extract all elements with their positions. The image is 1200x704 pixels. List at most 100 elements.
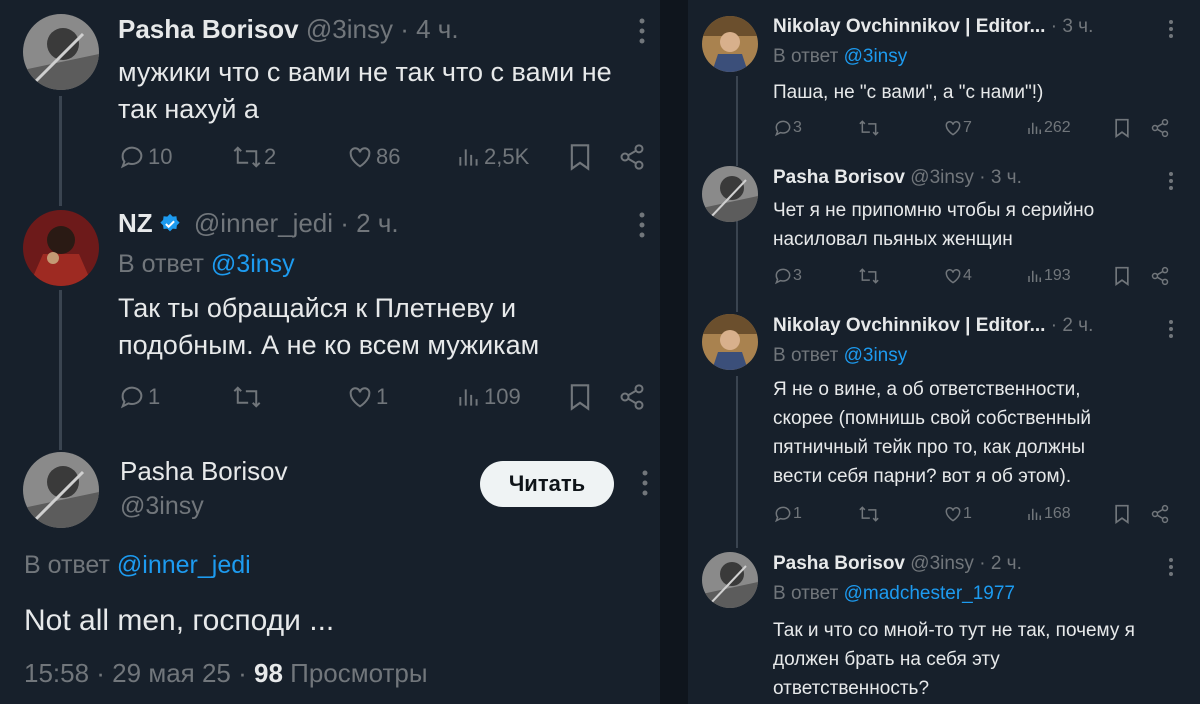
timestamp[interactable]: · 4 ч. bbox=[400, 14, 458, 44]
author-handle[interactable]: @3insy bbox=[910, 553, 974, 574]
reply-button[interactable]: 3 bbox=[773, 118, 802, 138]
more-options-icon[interactable] bbox=[1165, 170, 1177, 197]
bookmark-button[interactable] bbox=[1113, 504, 1131, 524]
retweet-icon bbox=[859, 120, 879, 136]
speech-bubble-icon bbox=[774, 268, 791, 285]
retweet-icon bbox=[233, 146, 261, 168]
tweet-text: Чет я не припомню чтобы я серийно насило… bbox=[773, 200, 1095, 250]
speech-bubble-icon bbox=[774, 120, 791, 137]
thread-connector bbox=[736, 220, 738, 312]
bar-chart-icon bbox=[459, 389, 478, 406]
timestamp[interactable]: · 2 ч. bbox=[1051, 315, 1094, 336]
more-options-icon[interactable] bbox=[637, 468, 653, 503]
avatar[interactable] bbox=[23, 14, 99, 90]
heart-icon bbox=[945, 506, 961, 522]
reply-context: В ответ @inner_jedi bbox=[24, 551, 251, 579]
author-handle[interactable]: @3insy bbox=[306, 14, 393, 44]
heart-icon bbox=[349, 387, 371, 408]
like-button[interactable]: 7 bbox=[943, 118, 972, 138]
more-options-icon[interactable] bbox=[1165, 318, 1177, 345]
thread-connector bbox=[736, 76, 738, 166]
right-thread-panel: Nikolay Ovchinnikov | Editor... · 3 ч. В… bbox=[688, 0, 1200, 704]
share-icon bbox=[1151, 118, 1169, 138]
like-button[interactable]: 86 bbox=[346, 143, 400, 171]
heart-icon bbox=[945, 268, 961, 284]
bar-chart-icon bbox=[1028, 270, 1041, 282]
tweet-text: Так и что со мной-то тут не так, почему … bbox=[773, 620, 1135, 699]
author-name[interactable]: Pasha Borisov bbox=[118, 14, 299, 44]
timestamp[interactable]: · 2 ч. bbox=[979, 553, 1022, 574]
avatar[interactable] bbox=[23, 210, 99, 286]
bookmark-button[interactable] bbox=[568, 383, 592, 411]
reply-button[interactable]: 1 bbox=[773, 504, 802, 524]
timestamp[interactable]: · 3 ч. bbox=[1051, 16, 1094, 37]
author-name[interactable]: NZ bbox=[118, 208, 153, 238]
bookmark-icon bbox=[1115, 504, 1129, 524]
avatar[interactable] bbox=[702, 314, 758, 370]
like-button[interactable]: 1 bbox=[943, 504, 972, 524]
share-button[interactable] bbox=[618, 143, 646, 171]
retweet-button[interactable] bbox=[858, 266, 880, 286]
views-button[interactable]: 2,5K bbox=[456, 143, 529, 171]
bookmark-icon bbox=[570, 384, 590, 411]
views-button[interactable]: 262 bbox=[1026, 118, 1071, 138]
tweet-text: Я не о вине, а об ответственности, скоре… bbox=[773, 379, 1092, 487]
bar-chart-icon bbox=[1028, 122, 1041, 134]
retweet-button[interactable] bbox=[232, 383, 264, 411]
left-thread-panel: Pasha Borisov @3insy · 4 ч. мужики что с… bbox=[0, 0, 660, 704]
timestamp[interactable]: · 2 ч. bbox=[340, 208, 398, 238]
author-handle[interactable]: @inner_jedi bbox=[194, 208, 333, 238]
author-handle[interactable]: @3insy bbox=[910, 167, 974, 188]
like-button[interactable]: 4 bbox=[943, 266, 972, 286]
bookmark-button[interactable] bbox=[568, 143, 592, 171]
speech-bubble-icon bbox=[120, 386, 143, 409]
speech-bubble-icon bbox=[120, 146, 143, 169]
reply-button[interactable]: 3 bbox=[773, 266, 802, 286]
author-name[interactable]: Pasha Borisov bbox=[773, 553, 905, 574]
follow-button[interactable]: Читать bbox=[480, 461, 614, 507]
more-options-icon[interactable] bbox=[634, 210, 650, 245]
author-name[interactable]: Nikolay Ovchinnikov | Editor... bbox=[773, 16, 1045, 37]
retweet-button[interactable] bbox=[858, 504, 880, 524]
avatar[interactable] bbox=[702, 166, 758, 222]
author-name[interactable]: Nikolay Ovchinnikov | Editor... bbox=[773, 315, 1045, 336]
avatar[interactable] bbox=[23, 452, 99, 528]
reply-to-link[interactable]: @3insy bbox=[211, 250, 295, 278]
share-button[interactable] bbox=[1150, 504, 1170, 524]
avatar[interactable] bbox=[702, 552, 758, 608]
share-button[interactable] bbox=[1150, 118, 1170, 138]
retweet-button[interactable]: 2 bbox=[232, 143, 276, 171]
reply-button[interactable]: 10 bbox=[118, 143, 172, 171]
share-icon bbox=[620, 144, 644, 170]
tweet-meta: 15:58 · 29 мая 25 · 98 Просмотры bbox=[24, 658, 428, 689]
reply-to-link[interactable]: @inner_jedi bbox=[117, 551, 251, 579]
more-options-icon[interactable] bbox=[634, 16, 650, 51]
like-button[interactable]: 1 bbox=[346, 383, 388, 411]
tweet-text: мужики что с вами не так что с вами не т… bbox=[118, 57, 612, 124]
share-button[interactable] bbox=[618, 383, 646, 411]
reply-to-link[interactable]: @3insy bbox=[844, 345, 908, 366]
bookmark-button[interactable] bbox=[1113, 266, 1131, 286]
timestamp[interactable]: · 3 ч. bbox=[979, 167, 1022, 188]
reply-context: В ответ @madchester_1977 bbox=[773, 583, 1015, 604]
reply-to-link[interactable]: @3insy bbox=[844, 46, 908, 67]
reply-to-link[interactable]: @madchester_1977 bbox=[844, 583, 1015, 604]
reply-button[interactable]: 1 bbox=[118, 383, 160, 411]
views-count: 98 bbox=[254, 658, 283, 688]
more-options-icon[interactable] bbox=[1165, 18, 1177, 45]
retweet-button[interactable] bbox=[858, 118, 880, 138]
share-icon bbox=[1151, 504, 1169, 524]
more-options-icon[interactable] bbox=[1165, 556, 1177, 583]
thread-connector bbox=[59, 290, 62, 450]
views-button[interactable]: 193 bbox=[1026, 266, 1071, 286]
author-name[interactable]: Pasha Borisov bbox=[120, 456, 288, 487]
bookmark-button[interactable] bbox=[1113, 118, 1131, 138]
views-button[interactable]: 109 bbox=[456, 383, 521, 411]
retweet-icon bbox=[233, 386, 261, 408]
avatar[interactable] bbox=[702, 16, 758, 72]
views-button[interactable]: 168 bbox=[1026, 504, 1071, 524]
author-name[interactable]: Pasha Borisov bbox=[773, 167, 905, 188]
author-handle[interactable]: @3insy bbox=[120, 492, 204, 521]
timestamp[interactable]: 15:58 · 29 мая 25 · bbox=[24, 658, 247, 688]
share-button[interactable] bbox=[1150, 266, 1170, 286]
